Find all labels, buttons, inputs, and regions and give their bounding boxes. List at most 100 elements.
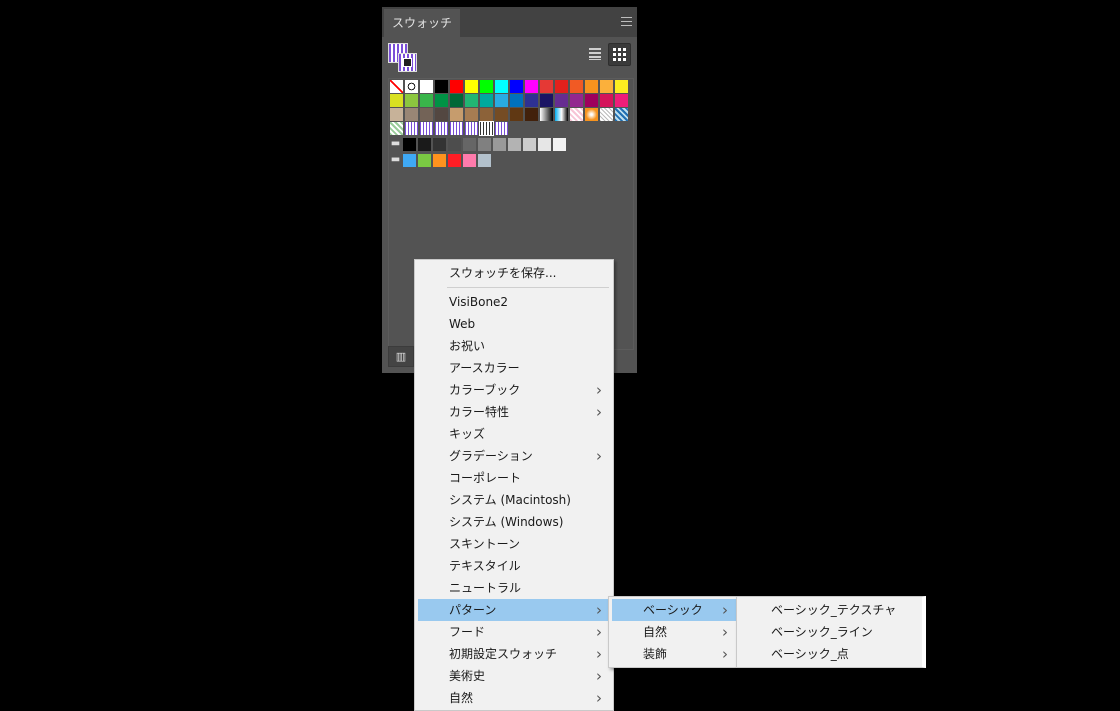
swatch[interactable] (419, 93, 434, 108)
swatch[interactable] (614, 107, 629, 122)
menu-item[interactable]: テキスタイル (418, 555, 610, 577)
swatch[interactable] (552, 137, 567, 152)
swatch[interactable] (539, 79, 554, 94)
swatch[interactable] (494, 93, 509, 108)
tab-swatches[interactable]: スウォッチ (384, 9, 461, 37)
menu-item[interactable]: コーポレート (418, 467, 610, 489)
swatch[interactable] (432, 153, 447, 168)
swatch[interactable] (569, 93, 584, 108)
swatch[interactable] (494, 121, 509, 136)
swatch[interactable] (569, 107, 584, 122)
swatch[interactable] (584, 107, 599, 122)
menu-item[interactable]: パターン › (418, 599, 610, 621)
swatch[interactable] (554, 93, 569, 108)
swatch[interactable] (614, 79, 629, 94)
swatch[interactable] (509, 107, 524, 122)
swatch[interactable] (419, 79, 434, 94)
swatch[interactable] (419, 121, 434, 136)
swatch[interactable] (507, 137, 522, 152)
menu-item[interactable]: ベーシック_点 (740, 643, 919, 665)
swatch[interactable] (419, 107, 434, 122)
menu-item[interactable]: VisiBone2 (418, 291, 610, 313)
folder-icon[interactable]: ▬ (389, 137, 402, 150)
swatch[interactable] (417, 153, 432, 168)
swatch[interactable] (569, 79, 584, 94)
menu-item[interactable]: ベーシック_ライン (740, 621, 919, 643)
swatch[interactable] (449, 93, 464, 108)
thumbnail-view-icon[interactable] (608, 43, 631, 66)
swatch[interactable] (462, 153, 477, 168)
menu-item[interactable]: ニュートラル (418, 577, 610, 599)
menu-item[interactable]: カラー特性 › (418, 401, 610, 423)
swatch[interactable] (584, 93, 599, 108)
swatch[interactable] (464, 79, 479, 94)
swatch[interactable] (389, 79, 404, 94)
panel-menu-icon[interactable] (621, 17, 632, 26)
swatch[interactable] (447, 153, 462, 168)
menu-item[interactable]: スキントーン (418, 533, 610, 555)
swatch[interactable] (389, 121, 404, 136)
menu-item[interactable]: 初期設定スウォッチ › (418, 643, 610, 665)
swatch[interactable] (494, 107, 509, 122)
menu-item[interactable]: 自然 › (612, 621, 736, 643)
swatch[interactable] (477, 137, 492, 152)
swatch[interactable] (432, 137, 447, 152)
swatch[interactable] (449, 121, 464, 136)
menu-item[interactable]: Web (418, 313, 610, 335)
swatch[interactable] (509, 93, 524, 108)
swatch[interactable] (434, 93, 449, 108)
swatch[interactable] (479, 79, 494, 94)
menu-item[interactable]: 装飾 › (612, 643, 736, 665)
swatch[interactable] (464, 107, 479, 122)
swatch[interactable] (554, 107, 569, 122)
swatch[interactable] (554, 79, 569, 94)
swatch[interactable] (389, 107, 404, 122)
menu-item[interactable]: フード › (418, 621, 610, 643)
swatch[interactable] (599, 93, 614, 108)
menu-item[interactable]: ベーシック › (612, 599, 736, 621)
swatch[interactable] (434, 79, 449, 94)
menu-item[interactable]: 自然 › (418, 687, 610, 709)
swatch[interactable] (584, 79, 599, 94)
swatch[interactable] (494, 79, 509, 94)
swatch[interactable] (524, 79, 539, 94)
swatch[interactable] (404, 93, 419, 108)
menu-item[interactable]: システム (Windows) (418, 511, 610, 533)
swatch[interactable] (539, 93, 554, 108)
swatch[interactable] (524, 107, 539, 122)
swatch[interactable] (614, 93, 629, 108)
swatch[interactable] (449, 107, 464, 122)
menu-item[interactable]: 美術史 › (418, 665, 610, 687)
swatch[interactable] (599, 107, 614, 122)
menu-item[interactable]: キッズ (418, 423, 610, 445)
menu-item[interactable]: スウォッチを保存... (418, 262, 610, 284)
swatch[interactable] (537, 137, 552, 152)
swatch[interactable] (479, 107, 494, 122)
swatch[interactable] (404, 79, 419, 94)
swatch[interactable] (462, 137, 477, 152)
swatch[interactable] (447, 137, 462, 152)
swatch[interactable] (599, 79, 614, 94)
swatch-library-menu-icon[interactable]: ▥ (388, 346, 414, 367)
swatch[interactable] (389, 93, 404, 108)
swatch[interactable] (464, 121, 479, 136)
swatch[interactable] (524, 93, 539, 108)
swatch[interactable] (492, 137, 507, 152)
menu-item[interactable]: お祝い (418, 335, 610, 357)
fill-stroke-swatch-icon[interactable] (388, 43, 418, 73)
swatch[interactable] (464, 93, 479, 108)
menu-item[interactable]: グラデーション › (418, 445, 610, 467)
menu-item[interactable]: ベーシック_テクスチャ (740, 599, 919, 621)
list-view-icon[interactable] (584, 43, 606, 65)
swatch[interactable] (434, 107, 449, 122)
swatch[interactable] (449, 79, 464, 94)
swatch[interactable] (404, 107, 419, 122)
swatch[interactable] (404, 121, 419, 136)
swatch[interactable] (402, 137, 417, 152)
swatch[interactable] (509, 79, 524, 94)
swatch[interactable] (402, 153, 417, 168)
swatch[interactable] (522, 137, 537, 152)
swatch[interactable] (539, 107, 554, 122)
swatch[interactable] (479, 93, 494, 108)
swatch[interactable] (434, 121, 449, 136)
